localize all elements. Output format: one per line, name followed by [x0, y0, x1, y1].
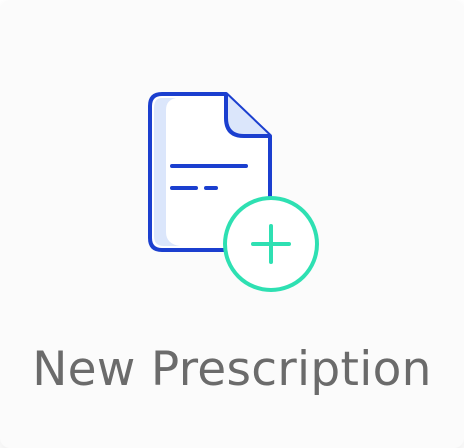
document-fold	[224, 94, 270, 138]
new-prescription-tile[interactable]: New Prescription	[0, 0, 464, 448]
document-add-icon	[140, 88, 326, 296]
tile-label: New Prescription	[32, 342, 432, 397]
